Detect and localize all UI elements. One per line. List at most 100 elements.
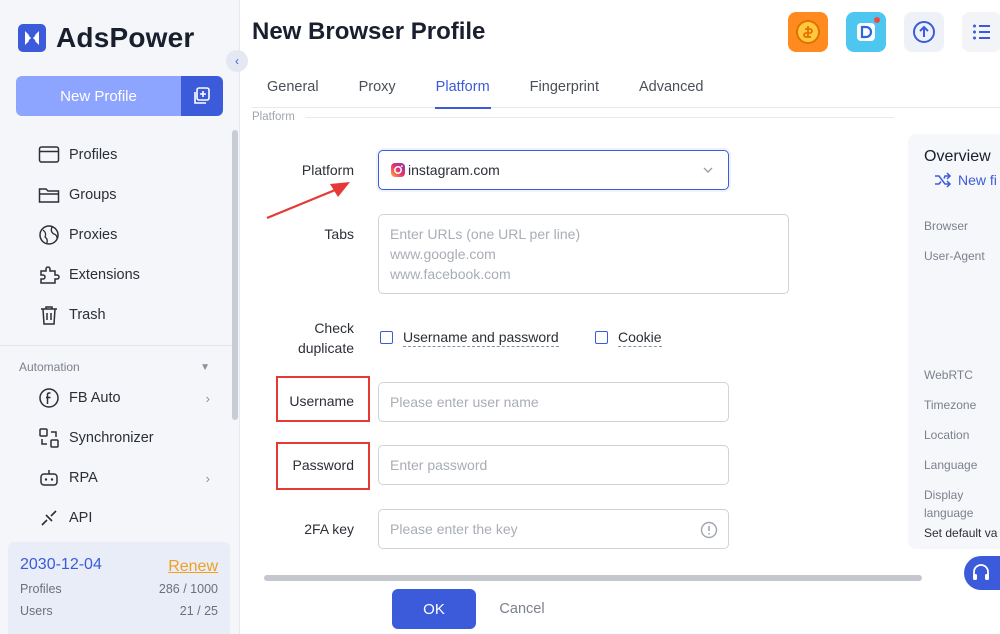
sidebar-item-label: API: [69, 510, 93, 526]
puzzle-icon: [38, 264, 60, 286]
account-info: 2030-12-04 Renew Profiles 286 / 1000 Use…: [8, 542, 230, 634]
caret-down-icon: ▼: [200, 361, 210, 373]
api-icon: [38, 507, 60, 529]
check-cookie[interactable]: Cookie: [595, 328, 662, 347]
password-input[interactable]: Enter password: [378, 445, 729, 485]
sidebar-item-label: Synchronizer: [69, 430, 154, 446]
new-profile-button[interactable]: New Profile: [16, 76, 181, 116]
overview-label: Timezone: [924, 398, 977, 412]
sidebar-scrollbar[interactable]: [232, 130, 238, 420]
globe-icon: [38, 224, 60, 246]
adspower-logo-icon: [18, 24, 46, 52]
overview-label: Location: [924, 428, 970, 442]
profile-tabs: General Proxy Platform Fingerprint Advan…: [252, 66, 1000, 109]
password-placeholder: Enter password: [390, 457, 488, 473]
tab-general[interactable]: General: [252, 66, 334, 108]
list-icon: [973, 24, 990, 40]
automation-section-label: Automation: [19, 360, 80, 374]
set-default-values-link[interactable]: Set default va: [924, 526, 997, 540]
profiles-usage-label: Profiles: [20, 582, 62, 596]
overview-label: language: [924, 506, 974, 520]
tab-proxy[interactable]: Proxy: [344, 66, 411, 108]
platform-label: Platform: [301, 162, 354, 178]
cancel-button[interactable]: Cancel: [492, 589, 552, 629]
users-usage-label: Users: [20, 604, 53, 618]
tabs-placeholder-line: www.facebook.com: [390, 266, 511, 282]
sidebar-item-groups[interactable]: Groups: [0, 175, 232, 215]
overview-label: Language: [924, 458, 978, 472]
sidebar-item-profiles[interactable]: Profiles: [0, 135, 232, 175]
chevron-down-icon: [702, 163, 714, 179]
update-icon: [913, 21, 935, 43]
new-fingerprint-button[interactable]: New fi: [934, 172, 997, 188]
checkbox-cookie[interactable]: [595, 331, 608, 344]
section-caption-text: Platform: [252, 111, 295, 123]
sidebar-item-label: RPA: [69, 470, 98, 486]
platform-value: instagram.com: [408, 162, 500, 178]
sidebar-item-fb-auto[interactable]: FB Auto ›: [0, 378, 232, 418]
username-input[interactable]: Please enter user name: [378, 382, 729, 422]
twofa-label: 2FA key: [304, 521, 354, 537]
tab-advanced[interactable]: Advanced: [624, 66, 719, 108]
add-copy-icon: [194, 87, 210, 104]
sidebar-nav: Profiles Groups Proxies Extensions Trash…: [0, 135, 232, 538]
overview-label: User-Agent: [924, 249, 985, 263]
users-usage: Users 21 / 25: [20, 604, 218, 618]
tabs-url-textarea[interactable]: Enter URLs (one URL per line) www.google…: [378, 214, 789, 294]
profiles-usage: Profiles 286 / 1000: [20, 582, 218, 596]
twofa-input[interactable]: Please enter the key: [378, 509, 729, 549]
new-fingerprint-label: New fi: [958, 172, 997, 188]
task-list-button[interactable]: [962, 12, 1000, 52]
chevron-right-icon: ›: [205, 470, 210, 486]
username-label: Username: [289, 393, 354, 409]
sidebar-item-rpa[interactable]: RPA ›: [0, 458, 232, 498]
platform-form: Platform instagram.com Tabs Enter URLs (…: [252, 128, 894, 568]
check-username-password[interactable]: Username and password: [380, 328, 559, 347]
d-app-icon: [857, 23, 875, 41]
shuffle-icon: [935, 172, 952, 188]
checkbox-username-password[interactable]: [380, 331, 393, 344]
app-logo[interactable]: AdsPower: [18, 22, 195, 54]
support-button[interactable]: [964, 556, 1000, 590]
sidebar-divider: [0, 345, 232, 346]
sidebar-item-label: Proxies: [69, 227, 118, 243]
renew-link[interactable]: Renew: [168, 558, 218, 576]
tab-fingerprint[interactable]: Fingerprint: [515, 66, 614, 108]
headset-icon: [973, 564, 989, 580]
overview-label: Browser: [924, 219, 969, 233]
sidebar-item-label: Profiles: [69, 147, 118, 163]
update-button[interactable]: [904, 12, 944, 52]
check-option-label: Cookie: [618, 329, 662, 347]
trash-icon: [38, 304, 60, 326]
sidebar: AdsPower New Profile Profiles Groups Pro…: [0, 0, 240, 634]
app-name: AdsPower: [56, 22, 195, 53]
sidebar-item-proxies[interactable]: Proxies: [0, 215, 232, 255]
twofa-placeholder: Please enter the key: [390, 521, 518, 537]
info-icon[interactable]: [700, 521, 718, 542]
coin-rewards-button[interactable]: [788, 12, 828, 52]
sidebar-item-trash[interactable]: Trash: [0, 295, 232, 335]
ok-button[interactable]: OK: [392, 589, 476, 629]
profiles-usage-value: 286 / 1000: [158, 582, 218, 596]
overview-label: Display: [924, 488, 964, 502]
users-usage-value: 21 / 25: [179, 604, 218, 618]
tab-platform[interactable]: Platform: [421, 66, 505, 109]
batch-add-button[interactable]: [181, 76, 223, 116]
fb-auto-icon: [38, 387, 60, 409]
platform-select[interactable]: instagram.com: [378, 150, 729, 190]
tabs-placeholder-line: Enter URLs (one URL per line): [390, 226, 581, 242]
horizontal-scrollbar[interactable]: [264, 575, 922, 581]
collapse-sidebar-button[interactable]: ‹: [226, 50, 248, 72]
sidebar-item-extensions[interactable]: Extensions: [0, 255, 232, 295]
username-placeholder: Please enter user name: [390, 394, 539, 410]
sidebar-item-label: Trash: [69, 307, 106, 323]
sidebar-item-api[interactable]: API: [0, 498, 232, 538]
top-toolbar: [788, 12, 1000, 52]
overview-label: WebRTC: [924, 368, 973, 382]
check-duplicate-label-line: duplicate: [297, 340, 354, 356]
download-app-button[interactable]: [846, 12, 886, 52]
sidebar-item-synchronizer[interactable]: Synchronizer: [0, 418, 232, 458]
notification-dot: [874, 17, 880, 23]
new-profile-button-group: New Profile: [16, 76, 223, 116]
automation-section-toggle[interactable]: Automation ▼: [0, 356, 232, 378]
